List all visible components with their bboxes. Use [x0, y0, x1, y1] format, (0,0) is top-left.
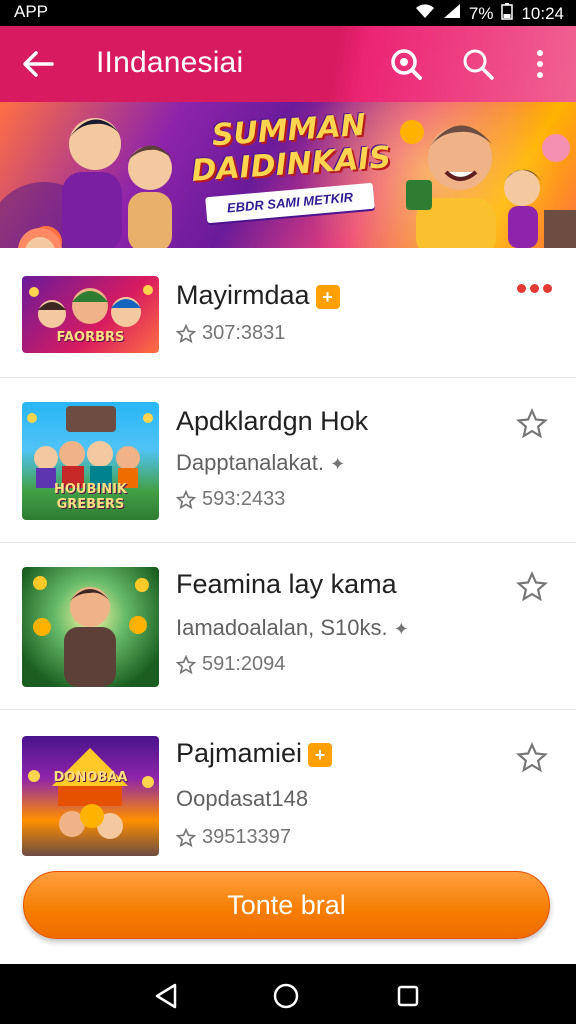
- game-rating: 39513397: [176, 826, 291, 849]
- game-list: FAORBRS Mayirmdaa + 307:3831 HOUBINIK GRE…: [0, 248, 576, 858]
- game-title: Apdklardgn Hok: [176, 406, 369, 436]
- status-bar: APP 7% 10:24: [0, 0, 576, 26]
- app-bar: IIndanesiai: [0, 26, 576, 102]
- game-rating-text: 39513397: [202, 826, 291, 848]
- plus-badge-icon: +: [308, 742, 333, 767]
- list-item[interactable]: FAORBRS Mayirmdaa + 307:3831: [0, 248, 576, 378]
- game-subtitle-text: Dapptanalakat.: [176, 450, 324, 475]
- status-icons: 7% 10:24: [415, 2, 564, 25]
- game-title-text: Pajmamiei: [176, 738, 303, 768]
- thumbnail-label: HOUBINIK GREBERS: [53, 482, 128, 512]
- game-title: Feamina lay kama: [176, 569, 397, 599]
- favorite-button[interactable]: [514, 740, 550, 776]
- game-subtitle: Iamadoalalan, S10ks. ✦: [176, 615, 409, 641]
- nav-recents-button[interactable]: [390, 978, 426, 1014]
- game-title: Pajmamiei +: [176, 738, 333, 769]
- page-title: IIndanesiai: [96, 46, 244, 79]
- game-rating: 591:2094: [176, 653, 285, 676]
- overflow-menu-button[interactable]: [520, 44, 560, 84]
- game-thumbnail: DONOBAA: [22, 736, 159, 856]
- plus-badge-icon: +: [315, 284, 340, 309]
- status-app-label: APP: [14, 2, 49, 21]
- game-title-text: Mayirmdaa: [176, 280, 310, 310]
- star-outline-icon: [176, 654, 196, 674]
- triangle-back-icon: [155, 983, 177, 1009]
- search-icon: [463, 49, 494, 80]
- more-dots-icon[interactable]: [517, 284, 552, 293]
- game-subtitle: Dapptanalakat. ✦: [176, 450, 345, 476]
- more-vert-icon: [537, 50, 543, 78]
- thumbnail-art: [33, 576, 149, 687]
- nav-home-button[interactable]: [268, 978, 304, 1014]
- dot: [530, 284, 539, 293]
- search-target-icon: [391, 49, 422, 80]
- banner-characters-right: [400, 120, 576, 248]
- game-subtitle: Oopdasat148: [176, 786, 309, 811]
- favorite-button[interactable]: [514, 406, 550, 442]
- game-rating-text: 307:3831: [202, 322, 286, 344]
- sparkle-icon: ✦: [330, 454, 346, 474]
- banner-headline: SUMMAN DAIDINKAIS: [188, 107, 392, 189]
- star-outline-icon: [516, 408, 548, 439]
- list-item[interactable]: Feamina lay kama Iamadoalalan, S10ks. ✦ …: [0, 543, 576, 710]
- game-subtitle-text: Iamadoalalan, S10ks.: [176, 615, 388, 640]
- cta-area: Tonte bral: [0, 858, 576, 964]
- signal-icon: [443, 3, 461, 24]
- search-button[interactable]: [458, 44, 498, 84]
- game-rating: 307:3831: [176, 322, 285, 345]
- banner-characters-left: [0, 118, 174, 248]
- battery-icon: [501, 2, 514, 25]
- list-item[interactable]: DONOBAA Pajmamiei + Oopdasat148 39513397: [0, 710, 576, 858]
- star-outline-icon: [176, 489, 196, 509]
- system-nav-bar: [0, 964, 576, 1024]
- dot: [517, 284, 526, 293]
- nav-back-button[interactable]: [148, 978, 184, 1014]
- back-button[interactable]: [18, 44, 58, 84]
- thumbnail-art: [28, 748, 154, 839]
- game-rating-text: 591:2094: [202, 653, 286, 675]
- star-outline-icon: [176, 827, 196, 847]
- thumbnail-label: DONOBAA: [53, 770, 128, 785]
- game-thumbnail: [22, 567, 159, 687]
- game-thumbnail: FAORBRS: [22, 276, 159, 353]
- wifi-icon: [415, 3, 435, 24]
- primary-cta-button[interactable]: Tonte bral: [23, 871, 550, 939]
- star-outline-icon: [176, 323, 196, 343]
- promo-banner[interactable]: SUMMAN DAIDINKAIS EBDR SAMI METKIR: [0, 102, 576, 248]
- star-outline-icon: [516, 742, 548, 773]
- status-time: 10:24: [521, 3, 564, 23]
- arrow-left-icon: [23, 51, 54, 77]
- favorite-button[interactable]: [514, 569, 550, 605]
- list-item[interactable]: HOUBINIK GREBERS Apdklardgn Hok Dapptana…: [0, 378, 576, 543]
- battery-percent: 7%: [468, 3, 494, 23]
- game-title: Mayirmdaa +: [176, 280, 340, 311]
- scan-search-button[interactable]: [386, 44, 426, 84]
- square-recents-icon: [397, 985, 419, 1007]
- circle-home-icon: [273, 983, 299, 1009]
- game-thumbnail: HOUBINIK GREBERS: [22, 402, 159, 520]
- game-rating: 593:2433: [176, 488, 285, 511]
- dot: [543, 284, 552, 293]
- sparkle-icon: ✦: [393, 619, 409, 639]
- thumbnail-label: FAORBRS: [56, 330, 125, 345]
- game-rating-text: 593:2433: [202, 488, 286, 510]
- star-outline-icon: [516, 571, 548, 602]
